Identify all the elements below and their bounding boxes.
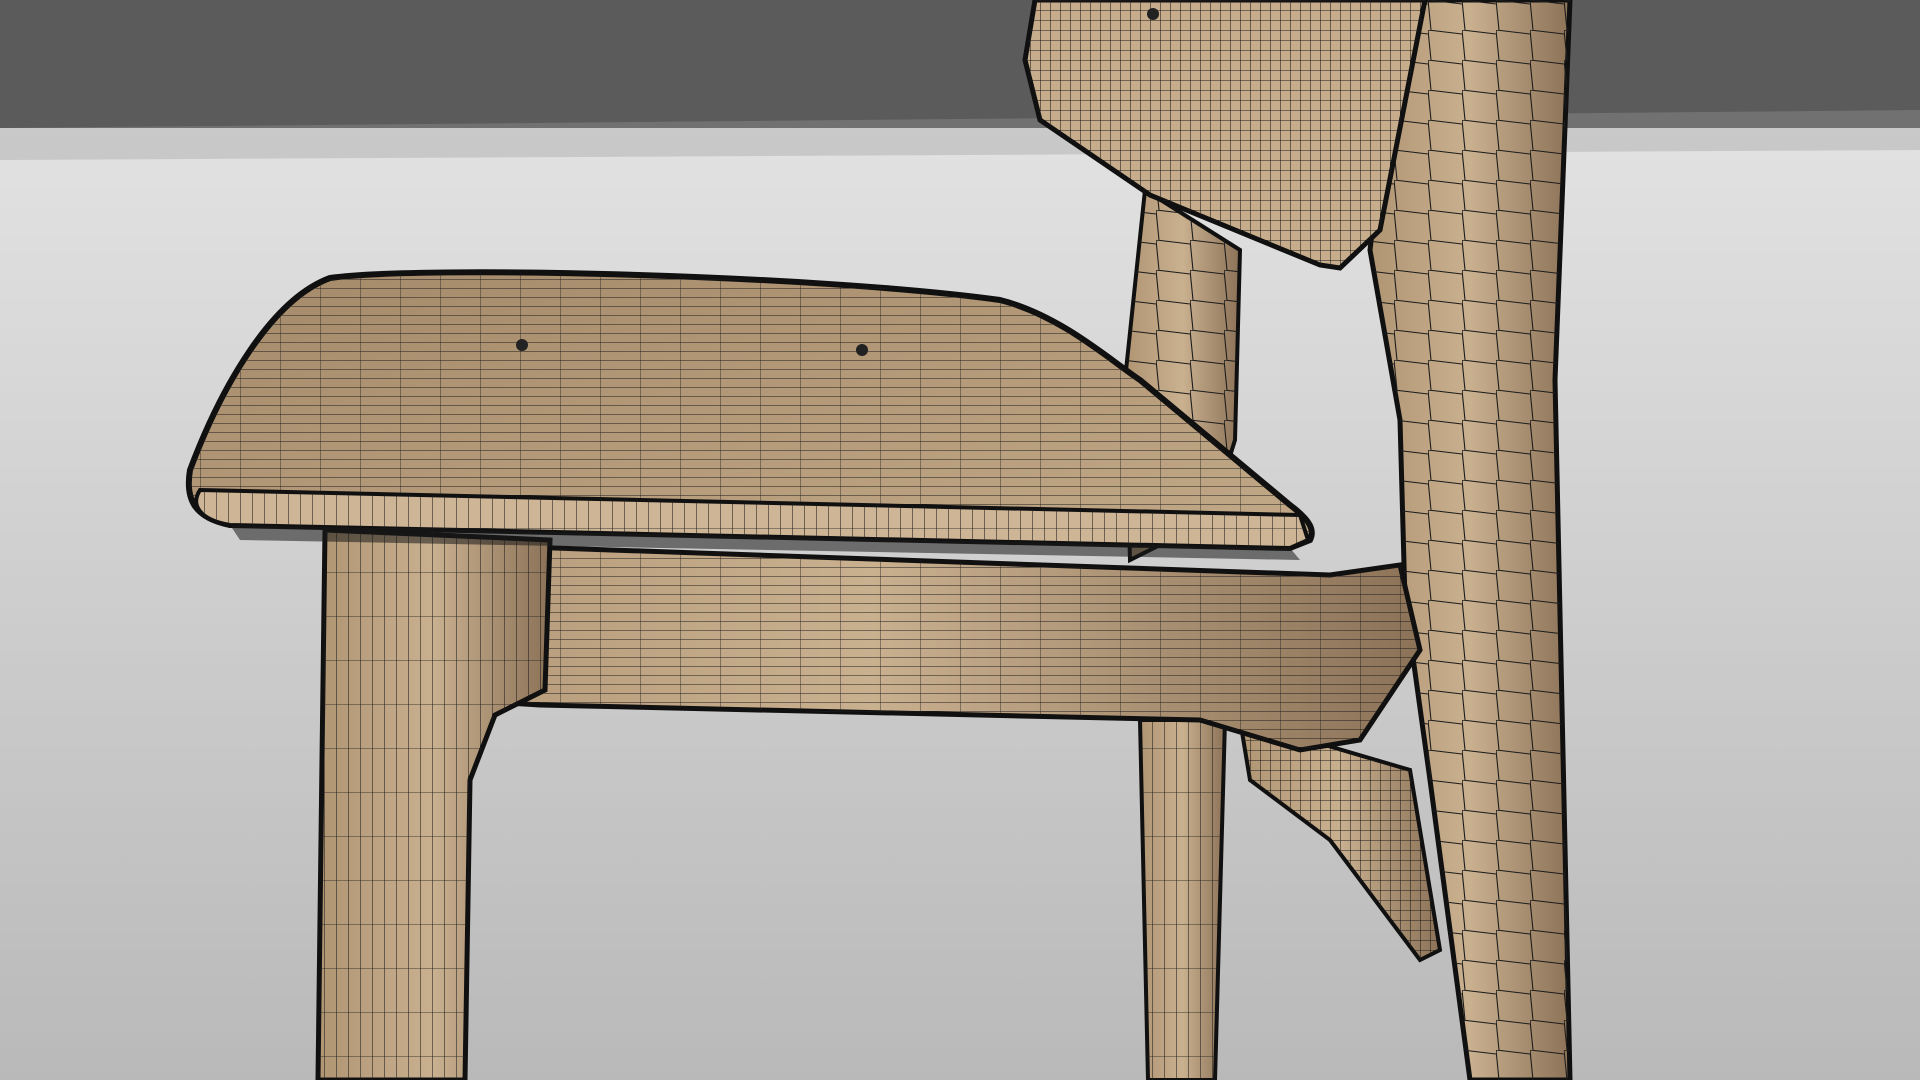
chair-rear-back-leg (1137, 718, 1228, 1080)
render-viewport (0, 0, 1920, 1080)
seat-screw-hole-right (856, 344, 868, 356)
seat-screw-hole-left (516, 339, 528, 351)
chair-wireframe-render (0, 0, 1920, 1080)
backrest-screw-hole (1147, 8, 1159, 20)
